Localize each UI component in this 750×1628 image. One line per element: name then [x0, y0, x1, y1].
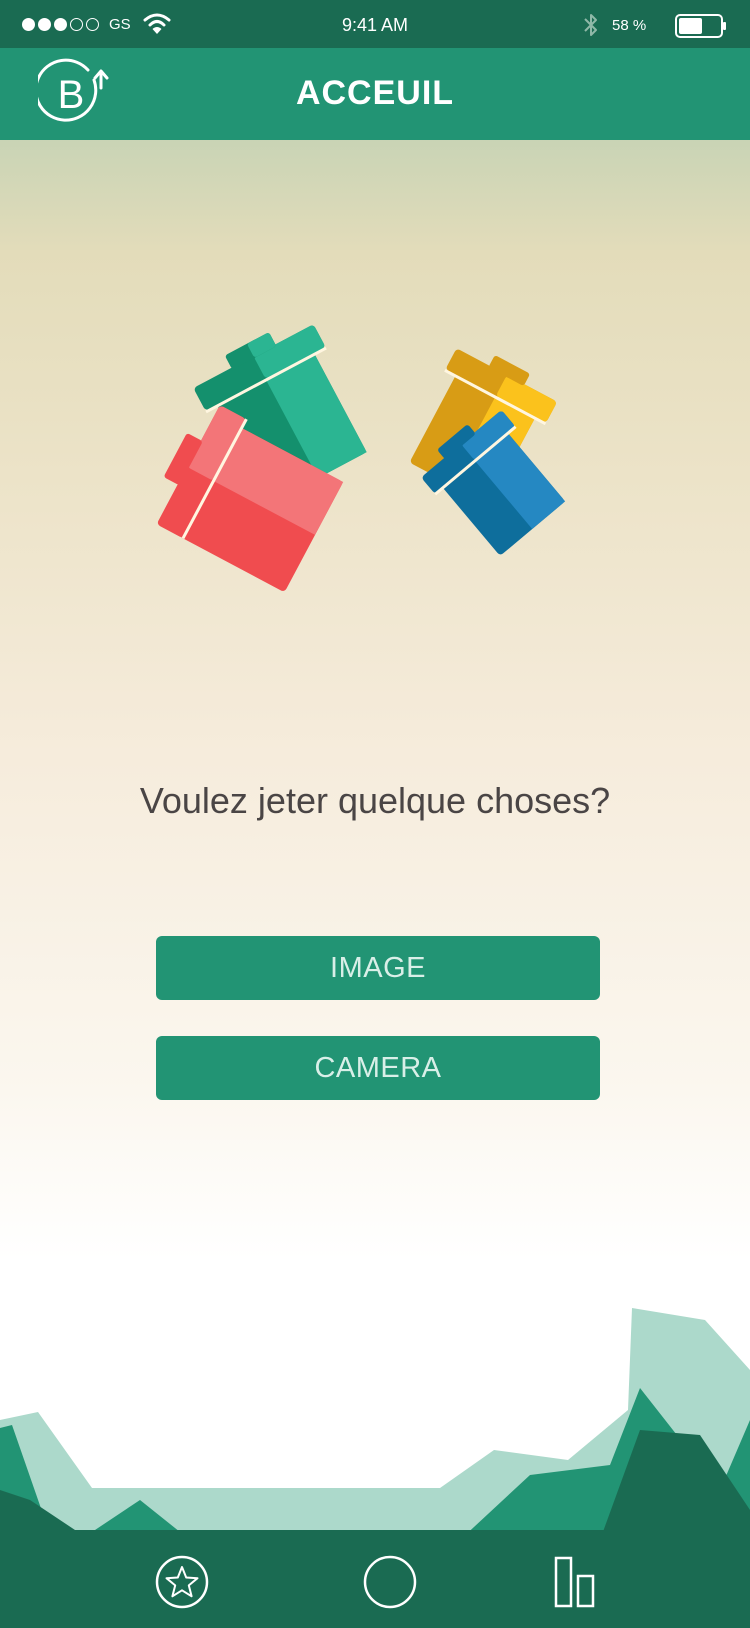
mountain-landscape-decoration: [0, 1300, 750, 1545]
page-title: ACCEUIL: [295, 74, 455, 112]
image-button[interactable]: IMAGE: [156, 936, 600, 1000]
bluetooth-icon: [582, 11, 600, 44]
question-prompt: Voulez jeter quelque choses?: [139, 780, 611, 821]
app-header: B ACCEUIL: [0, 48, 750, 140]
circle-icon[interactable]: [362, 1554, 418, 1615]
battery-icon: [675, 14, 727, 43]
status-bar: GS 9:41 AM 58 %: [0, 0, 750, 48]
battery-percent: 58 %: [612, 17, 647, 34]
bar-chart-icon[interactable]: [554, 1554, 598, 1615]
star-icon[interactable]: [154, 1554, 210, 1615]
bottom-navigation-bar: [0, 1530, 750, 1628]
camera-button[interactable]: CAMERA: [156, 1036, 600, 1100]
colored-trash-bins-illustration: [150, 325, 600, 600]
